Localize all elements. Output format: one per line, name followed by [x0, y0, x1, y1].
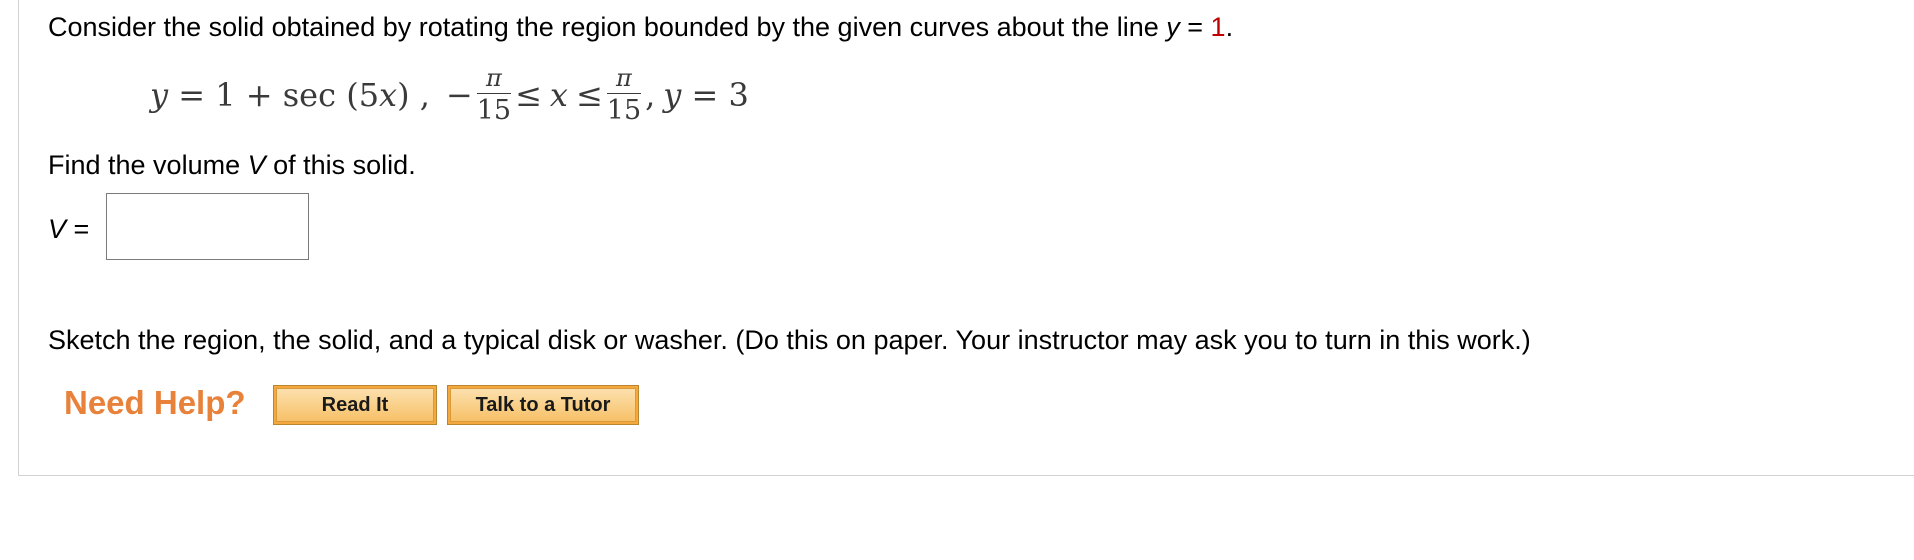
sketch-instructions: Sketch the region, the solid, and a typi… [48, 325, 1531, 355]
eq-y-equals-3: = 3 [681, 76, 749, 114]
find-prefix: Find the volume [48, 150, 248, 180]
eq-x-middle: x [549, 76, 568, 114]
question-text: Consider the solid obtained by rotating … [48, 12, 1233, 43]
leq-sign-2: ≤ [575, 76, 603, 114]
answer-label-var: V [48, 214, 67, 244]
answer-label: V = [48, 214, 89, 245]
axis-equals: = [1179, 12, 1211, 42]
eq-close-paren: ) , [397, 76, 430, 114]
lower-bound-denominator: 15 [476, 95, 512, 126]
leq-sign-1: ≤ [515, 76, 542, 114]
volume-variable: V [247, 150, 266, 180]
axis-period: . [1225, 12, 1234, 42]
find-suffix: of this solid. [265, 150, 416, 180]
eq-x-var: x [379, 76, 398, 114]
find-volume-prompt: Find the volume V of this solid. [48, 150, 416, 181]
eq-y-var: y [150, 76, 169, 114]
lower-bound-fraction: π 15 [476, 64, 512, 126]
axis-variable: y [1166, 12, 1180, 42]
upper-bound-denominator: 15 [606, 95, 642, 126]
upper-bound-numerator: π [616, 64, 632, 92]
volume-answer-input[interactable] [106, 193, 309, 260]
need-help-label: Need Help? [64, 384, 246, 421]
upper-bound-fraction: π 15 [606, 64, 642, 126]
talk-to-tutor-button[interactable]: Talk to a Tutor [447, 385, 639, 425]
talk-to-tutor-label: Talk to a Tutor [450, 388, 636, 422]
lower-bound-numerator: π [486, 64, 502, 92]
read-it-label: Read It [276, 388, 434, 422]
axis-value: 1 [1210, 12, 1226, 42]
question-intro: Consider the solid obtained by rotating … [48, 12, 1167, 42]
curves-equation: y = 1 + sec (5 x ) , − π 15 ≤ x ≤ π 15 ,… [150, 60, 749, 130]
eq-comma: , [645, 76, 656, 114]
eq-sec-part: = 1 + sec (5 [168, 76, 380, 114]
read-it-button[interactable]: Read It [273, 385, 437, 425]
eq-y-var-2: y [663, 76, 682, 114]
answer-label-eq: = [66, 214, 90, 244]
eq-negative-sign: − [445, 76, 473, 114]
